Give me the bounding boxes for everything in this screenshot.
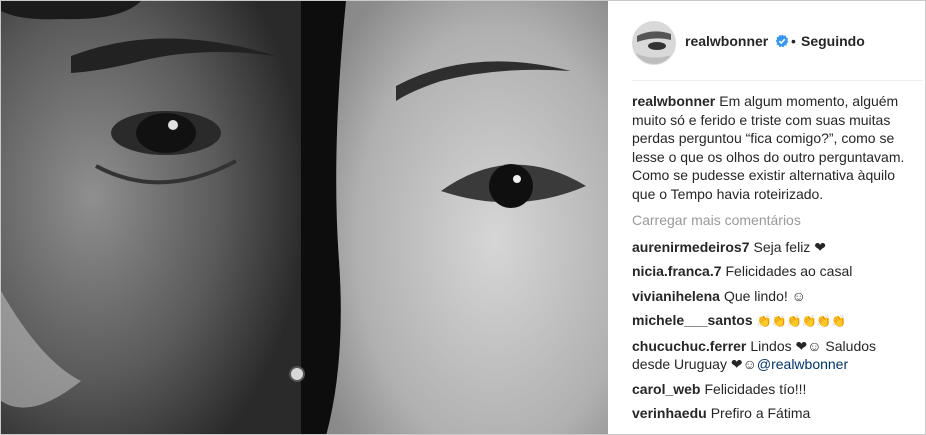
caption-username[interactable]: realwbonner bbox=[632, 93, 715, 109]
comment-username[interactable]: verinhaedu bbox=[632, 405, 707, 421]
comment-username[interactable]: nicia.franca.7 bbox=[632, 263, 722, 279]
photo-illustration bbox=[1, 1, 608, 434]
comment-username[interactable]: chucuchuc.ferrer bbox=[632, 338, 746, 354]
following-button[interactable]: Seguindo bbox=[801, 33, 865, 49]
comment-text: Que lindo! ☺ bbox=[723, 287, 806, 304]
comment-text: Felicidades tío!!! bbox=[704, 380, 807, 397]
avatar-image bbox=[633, 22, 675, 64]
comment-item: aurenirmedeiros7 Seja feliz ❤ bbox=[632, 238, 918, 257]
comment-item: vivianihelena Que lindo! ☺ bbox=[632, 287, 918, 306]
post-caption: realwbonner Em algum momento, alguém muit… bbox=[632, 92, 918, 203]
instagram-post: realwbonner • Seguindo realwbonner Em alg… bbox=[0, 0, 926, 435]
comment-username[interactable]: carol_web bbox=[632, 381, 700, 397]
comment-item: verinhaedu Prefiro a Fátima bbox=[632, 404, 918, 423]
comment-text: Felicidades ao casal bbox=[725, 263, 853, 279]
comment-username[interactable]: michele___santos bbox=[632, 312, 753, 328]
comment-mention-link[interactable]: @realwbonner bbox=[757, 356, 848, 372]
comment-text: Seja feliz ❤ bbox=[753, 238, 826, 255]
user-avatar[interactable] bbox=[632, 21, 676, 65]
caption-text: Em algum momento, alguém muito só e feri… bbox=[632, 93, 905, 202]
post-sidebar: realwbonner • Seguindo realwbonner Em alg… bbox=[608, 1, 925, 434]
post-header: realwbonner • Seguindo bbox=[608, 1, 925, 81]
comment-text: Prefiro a Fátima bbox=[710, 405, 811, 421]
header-divider bbox=[632, 80, 923, 81]
load-more-comments-link[interactable]: Carregar mais comentários bbox=[632, 211, 918, 230]
post-photo[interactable] bbox=[1, 1, 608, 434]
verified-badge-icon bbox=[775, 34, 789, 48]
comment-item: carol_web Felicidades tío!!! bbox=[632, 380, 918, 399]
comment-username[interactable]: aurenirmedeiros7 bbox=[632, 239, 750, 255]
comment-item: michele___santos 👏👏👏👏👏👏 bbox=[632, 311, 918, 331]
header-username[interactable]: realwbonner bbox=[685, 33, 768, 49]
comment-item: chucuchuc.ferrer Lindos ❤☺ Saludos desde … bbox=[632, 337, 918, 374]
comment-item: nicia.franca.7 Felicidades ao casal bbox=[632, 262, 918, 281]
comment-username[interactable]: vivianihelena bbox=[632, 288, 720, 304]
comments-list: realwbonner Em algum momento, alguém muit… bbox=[632, 92, 918, 429]
comment-text: 👏👏👏👏👏👏 bbox=[756, 314, 847, 328]
header-separator: • bbox=[791, 33, 796, 49]
